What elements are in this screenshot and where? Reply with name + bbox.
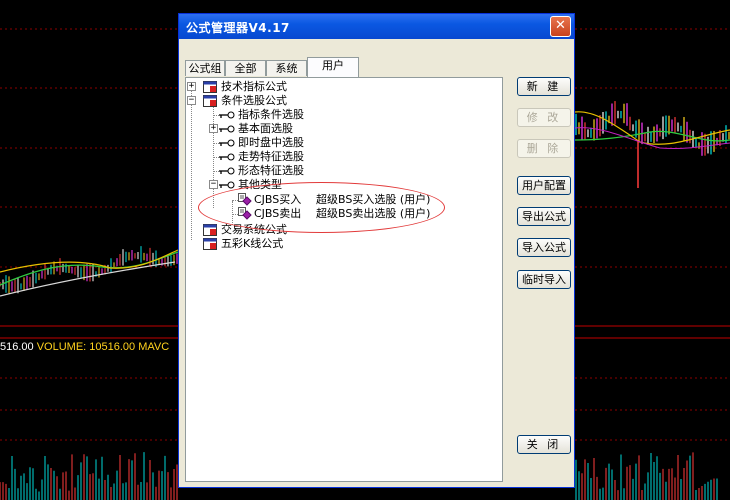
- formula-book-icon: [203, 224, 217, 236]
- tab-user[interactable]: 用户: [307, 57, 359, 77]
- collapse-icon[interactable]: −: [209, 180, 218, 189]
- formula-file-icon: [238, 207, 252, 220]
- formula-book-icon: [203, 95, 217, 107]
- collapse-icon[interactable]: −: [187, 96, 196, 105]
- formula-file-icon: [238, 193, 252, 206]
- key-icon: [219, 139, 235, 147]
- key-icon: [219, 181, 235, 189]
- key-icon: [219, 153, 235, 161]
- modify-button[interactable]: 修 改: [517, 108, 571, 127]
- tree-node-pattern-feature[interactable]: 形态特征选股: [208, 164, 468, 178]
- tree-node-intraday[interactable]: 即时盘中选股: [208, 136, 468, 150]
- formula-code: CJBS卖出: [254, 207, 302, 220]
- import-formula-button[interactable]: 导入公式: [517, 238, 571, 257]
- volume-label: VOLUME: 10516.00: [36, 341, 136, 353]
- tree-node-fundamental[interactable]: + 基本面选股: [208, 122, 468, 136]
- delete-button[interactable]: 删 除: [517, 139, 571, 158]
- node-label: 其他类型: [238, 178, 282, 191]
- key-icon: [219, 167, 235, 175]
- user-config-button[interactable]: 用户配置: [517, 176, 571, 195]
- formula-book-icon: [203, 238, 217, 250]
- tree-node-stock-selection[interactable]: − 条件选股公式: [186, 94, 486, 108]
- temp-import-button[interactable]: 临时导入: [517, 270, 571, 289]
- node-label: 技术指标公式: [221, 80, 287, 93]
- tab-all[interactable]: 全部: [225, 60, 266, 76]
- tree-node-other-types[interactable]: − 其他类型: [208, 178, 468, 192]
- formula-description: 超级BS买入选股 (用户): [316, 193, 431, 206]
- node-label: 条件选股公式: [221, 94, 287, 107]
- close-button[interactable]: 关 闭: [517, 435, 571, 454]
- formula-item-cjbs-sell[interactable]: CJBS卖出 超级BS卖出选股 (用户): [226, 207, 496, 221]
- tree-node-technical-indicators[interactable]: + 技术指标公式: [186, 80, 486, 94]
- tree-connector: [191, 90, 192, 240]
- formula-book-icon: [203, 81, 217, 93]
- formula-tree[interactable]: + 技术指标公式 − 条件选股公式 指标条件选股 + 基本面选股 即时盘中选股 …: [185, 77, 503, 482]
- close-window-button[interactable]: ✕: [550, 16, 571, 37]
- key-icon: [219, 111, 235, 119]
- node-label: 指标条件选股: [238, 108, 304, 121]
- node-label: 基本面选股: [238, 122, 293, 135]
- node-label: 走势特征选股: [238, 150, 304, 163]
- node-label: 形态特征选股: [238, 164, 304, 177]
- formula-code: CJBS买入: [254, 193, 302, 206]
- tab-formula-group[interactable]: 公式组: [185, 60, 225, 76]
- node-label: 五彩K线公式: [221, 237, 284, 250]
- export-formula-button[interactable]: 导出公式: [517, 207, 571, 226]
- tree-node-trading-system[interactable]: 交易系统公式: [186, 223, 486, 237]
- tree-node-trend-feature[interactable]: 走势特征选股: [208, 150, 468, 164]
- formula-manager-window: 公式管理器V4.17 ✕ 公式组 全部 系统 用户 + 技术指标公式 − 条件选…: [178, 13, 575, 488]
- window-title: 公式管理器V4.17: [186, 21, 290, 35]
- formula-item-cjbs-buy[interactable]: CJBS买入 超级BS买入选股 (用户): [226, 193, 496, 207]
- node-label: 即时盘中选股: [238, 136, 304, 149]
- tab-system[interactable]: 系统: [266, 60, 307, 76]
- expand-icon[interactable]: +: [187, 82, 196, 91]
- new-button[interactable]: 新 建: [517, 77, 571, 96]
- formula-description: 超级BS卖出选股 (用户): [316, 207, 431, 220]
- volume-suffix: MAVC: [138, 341, 170, 353]
- node-label: 交易系统公式: [221, 223, 287, 236]
- expand-icon[interactable]: +: [209, 124, 218, 133]
- title-bar[interactable]: 公式管理器V4.17 ✕: [179, 14, 574, 39]
- volume-left-value: 516.00: [0, 341, 34, 353]
- key-icon: [219, 125, 235, 133]
- volume-readout: 516.00 VOLUME: 10516.00 MAVC: [0, 341, 169, 353]
- tree-node-indicator-condition[interactable]: 指标条件选股: [208, 108, 468, 122]
- tree-node-candlestick[interactable]: 五彩K线公式: [186, 237, 486, 251]
